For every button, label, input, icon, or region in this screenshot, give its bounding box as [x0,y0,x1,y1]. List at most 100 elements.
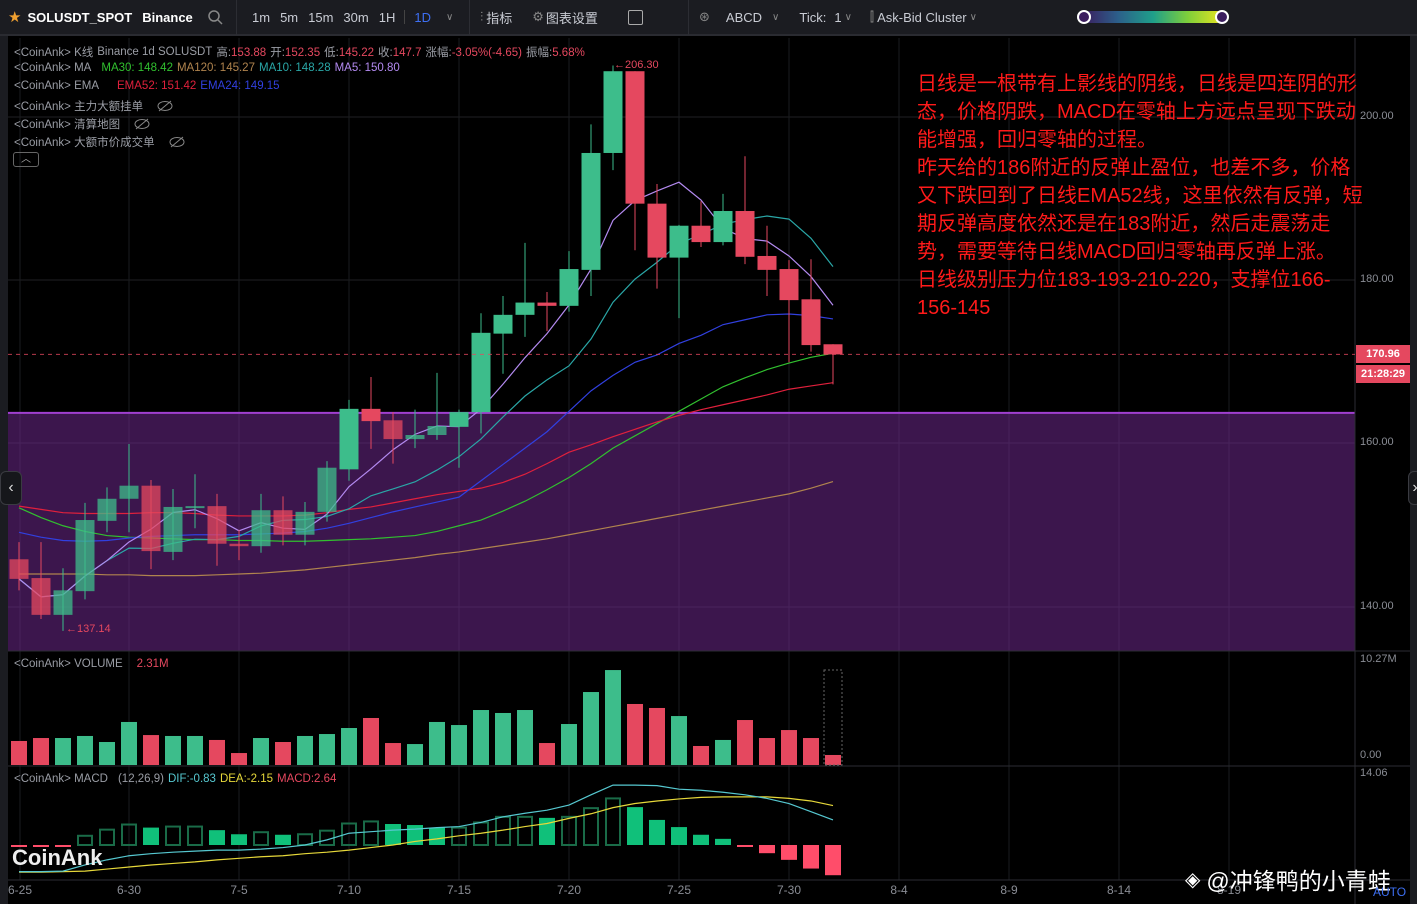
macd-histogram-bar [165,825,181,846]
macd-histogram-bar [737,845,753,847]
macd-histogram-bar [517,815,533,847]
macd-histogram-bar [363,820,379,846]
macd-histogram-bar [209,830,225,845]
volume-bar [275,742,291,765]
candle-body [295,511,315,535]
volume-bar [693,745,709,765]
ma120-value: MA120: 145.27 [176,62,255,74]
collapse-legend-button[interactable]: ︿ [13,152,39,167]
ema-legend[interactable]: <CoinAnk> EMA EMA52: 151.42 EMA24: 149.1… [14,80,280,92]
macd-histogram-bar [231,834,247,845]
timeframe-1h[interactable]: 1H [379,10,396,25]
dea-value: DEA:-2.15 [219,773,273,785]
candle-body [735,211,755,257]
chevron-down-icon[interactable]: ∨ [845,12,852,23]
volume-bar [737,720,753,765]
chevron-down-icon[interactable]: ∨ [772,12,779,23]
volume-bar [429,721,445,765]
high-label: 高: [216,47,232,59]
timeframe-15m[interactable]: 15m [308,10,333,25]
chevron-down-icon[interactable]: ∨ [970,12,977,23]
divider [404,10,406,24]
chart-settings-button[interactable]: 图表设置 [546,8,598,27]
ema24-value: EMA24: 149.15 [200,80,280,92]
timeframe-5m[interactable]: 5m [280,10,298,25]
open-value: 152.35 [284,47,321,59]
indicators-button[interactable]: 指标 [486,8,512,27]
volume-bar [33,738,49,765]
volume-bar [99,742,115,765]
drawing-tool-icon[interactable]: ⊛ [699,9,710,25]
collapse-right-panel-button[interactable]: › [1408,471,1417,505]
close-value: 147.7 [392,47,422,59]
candle-body [53,590,73,615]
change-label: 涨幅: [425,47,452,59]
price-axis-label: 160.00 [1360,436,1394,448]
volume-bar [517,710,533,765]
volume-bar [649,707,665,765]
candle-body [713,211,733,243]
date-label: 7-15 [446,883,472,897]
favorite-star-icon[interactable]: ★ [8,8,21,26]
chevron-down-icon[interactable]: ∨ [446,12,453,23]
hidden-indicator-legend[interactable]: <CoinAnk> 大额市价成交单 [14,134,185,150]
slider-handle-right[interactable] [1215,10,1229,24]
fullscreen-square-icon[interactable] [627,9,643,25]
volume-bar [77,735,93,765]
timeframe-1m[interactable]: 1m [252,10,270,25]
macd-histogram-bar [693,834,709,845]
candle-body [163,506,183,552]
timeframe-1d[interactable]: 1D [414,10,431,25]
slider-handle-left[interactable] [1077,10,1091,24]
legend-title: <CoinAnk> MACD [14,773,108,785]
eye-off-icon[interactable] [157,100,173,112]
toolbar: ★ SOLUSDT_SPOT Binance 1m 5m 15m 30m 1H … [0,0,1417,36]
symbol-name[interactable]: SOLUSDT_SPOT [27,10,132,25]
date-label: 7-10 [336,883,362,897]
volume-bar [385,743,401,765]
abcd-pattern-button[interactable]: ABCD [726,10,762,25]
amplitude-value: 5.68% [552,47,585,59]
price-axis-label: 140.00 [1360,600,1394,612]
ma10-value: MA10: 148.28 [258,62,331,74]
exchange-name[interactable]: Binance [142,10,193,25]
auto-scale-button[interactable]: AUTO [1373,885,1406,899]
search-icon[interactable] [207,9,223,25]
eye-off-icon[interactable] [134,118,150,130]
candle-body [31,578,51,615]
candle-body [141,485,161,552]
timeframe-30m[interactable]: 30m [343,10,368,25]
candle-body [757,255,777,270]
indicator-label: <CoinAnk> 主力大额挂单 [14,101,144,113]
candle-body [97,498,117,521]
open-label: 开: [270,47,285,59]
tick-value-select[interactable]: 1 [834,10,841,25]
collapse-left-panel-button[interactable]: ‹ [0,471,22,505]
dif-value: DIF:-0.83 [168,773,216,785]
candle-body [317,467,337,512]
volume-axis-label: 0.00 [1360,749,1382,761]
hidden-indicator-legend[interactable]: <CoinAnk> 清算地图 [14,116,150,132]
volume-bar [187,735,203,765]
volume-bar [561,724,577,765]
eye-off-icon[interactable] [169,136,185,148]
high-value: 153.88 [231,47,267,59]
candle-body [471,332,491,413]
cluster-mode-select[interactable]: Ask-Bid Cluster [877,10,967,25]
macd-histogram-bar [781,845,797,860]
volume-legend[interactable]: <CoinAnk> VOLUME 2.31M [14,658,169,670]
hidden-indicator-legend[interactable]: <CoinAnk> 主力大额挂单 [14,98,173,114]
macd-legend[interactable]: <CoinAnk> MACD (12,26,9) DIF:-0.83 DEA:-… [14,773,336,785]
annotation-paragraph: 昨天给的186附近的反弹止盈位，也差不多，价格又下跌回到了日线EMA52线，这里… [917,157,1363,263]
analysis-annotation: 日线是一根带有上影线的阴线，日线是四连阴的形态，价格阴跌，MACD在零轴上方远点… [917,70,1367,322]
indicators-icon: ⫶ [480,9,484,24]
macd-histogram-bar [77,834,93,846]
macd-histogram-bar [759,845,775,854]
volume-bar [165,735,181,765]
max-price-marker: ←206.30 [614,59,659,71]
date-label: 7-5 [230,883,248,897]
heatmap-color-range-slider[interactable] [1077,10,1229,24]
volume-bar [759,738,775,765]
macd-histogram-bar [605,797,621,847]
ma-legend[interactable]: <CoinAnk> MA MA30: 148.42 MA120: 145.27 … [14,62,400,74]
